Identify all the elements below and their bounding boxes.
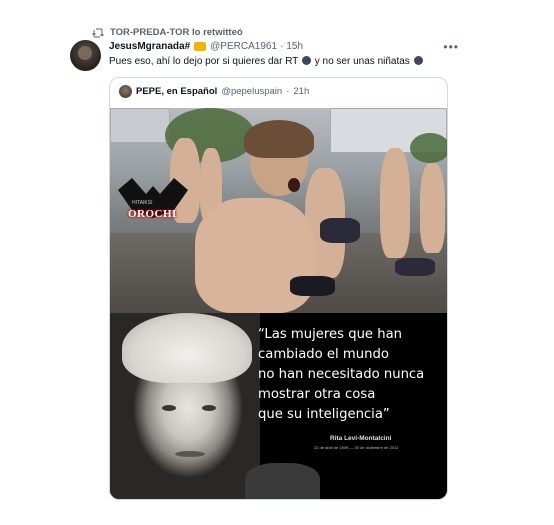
protester-figure bbox=[380, 148, 410, 258]
retweet-icon bbox=[92, 28, 104, 37]
quote-line: “Las mujeres que han bbox=[258, 327, 403, 342]
clothes-pile bbox=[290, 276, 335, 296]
quoted-author-avatar[interactable] bbox=[119, 85, 132, 98]
speaking-head-emoji-icon bbox=[301, 56, 311, 65]
main-protester-hair bbox=[244, 120, 314, 158]
quoted-tweet[interactable]: PEPE, en Español @pepeluspain · 21h HITA… bbox=[109, 77, 448, 500]
clothes-pile bbox=[395, 258, 435, 276]
portrait-eye bbox=[162, 405, 176, 411]
watermark-small-text: HITAIKSI bbox=[132, 200, 153, 206]
quote-image: “Las mujeres que han cambiado el mundo n… bbox=[110, 313, 447, 499]
author-avatar[interactable] bbox=[70, 40, 101, 71]
background-building bbox=[110, 108, 170, 143]
quote-attribution: Rita Levi-Montalcini bbox=[330, 435, 392, 442]
tweet[interactable]: TOR-PREDA-TOR lo retwitteó JesusMgranada… bbox=[62, 22, 467, 512]
quoted-tweet-header: PEPE, en Español @pepeluspain · 21h bbox=[119, 85, 309, 98]
crown-emoji-icon bbox=[194, 42, 207, 51]
tweet-time[interactable]: 15h bbox=[286, 41, 303, 52]
retweet-context: TOR-PREDA-TOR lo retwitteó bbox=[92, 27, 243, 38]
background-tree bbox=[410, 133, 447, 163]
speaking-head-emoji-icon bbox=[413, 56, 423, 65]
tweet-text-part1: Pues eso, ahí lo dejo por si quieres dar… bbox=[109, 56, 299, 67]
quoted-tweet-media[interactable]: HITAIKSI OROCHI “Las mujeres que han cam… bbox=[110, 108, 447, 499]
quote-line: no han necesitado nunca bbox=[258, 367, 425, 382]
watermark-text: OROCHI bbox=[128, 208, 177, 220]
quote-line: mostrar otra cosa bbox=[258, 387, 376, 402]
portrait-mouth bbox=[175, 451, 205, 457]
separator-dot: · bbox=[280, 41, 284, 52]
main-protester-body bbox=[195, 198, 315, 313]
quote-line: que su inteligencia” bbox=[258, 407, 390, 422]
quoted-author-name[interactable]: PEPE, en Español bbox=[136, 86, 217, 97]
tweet-text: Pues eso, ahí lo dejo por si quieres dar… bbox=[109, 56, 424, 67]
quoted-author-handle[interactable]: @pepeluspain bbox=[221, 86, 282, 97]
portrait-hair bbox=[122, 313, 252, 383]
portrait-collar bbox=[245, 463, 320, 499]
clothes-pile bbox=[320, 218, 360, 243]
author-handle[interactable]: @PERCA1961 bbox=[210, 41, 277, 52]
retweet-text: TOR-PREDA-TOR lo retwitteó bbox=[110, 27, 243, 38]
quote-text: “Las mujeres que han cambiado el mundo n… bbox=[258, 325, 443, 425]
main-protester-mouth bbox=[288, 178, 300, 192]
tweet-header: JesusMgranada# @PERCA1961 · 15h bbox=[109, 41, 303, 52]
quote-dates: 22 de abril de 1909 — 30 de diciembre de… bbox=[314, 445, 399, 450]
protester-figure bbox=[420, 163, 445, 253]
separator-dot: · bbox=[286, 86, 290, 97]
portrait-eye bbox=[202, 405, 216, 411]
quote-line: cambiado el mundo bbox=[258, 347, 389, 362]
protest-photo: HITAIKSI OROCHI bbox=[110, 108, 447, 313]
watermark-logo: HITAIKSI OROCHI bbox=[118, 178, 188, 240]
quoted-tweet-time[interactable]: 21h bbox=[293, 86, 309, 97]
more-icon[interactable]: ••• bbox=[443, 40, 459, 54]
tweet-text-part2: y no ser unas niñatas bbox=[314, 56, 410, 67]
author-name[interactable]: JesusMgranada# bbox=[109, 41, 190, 52]
